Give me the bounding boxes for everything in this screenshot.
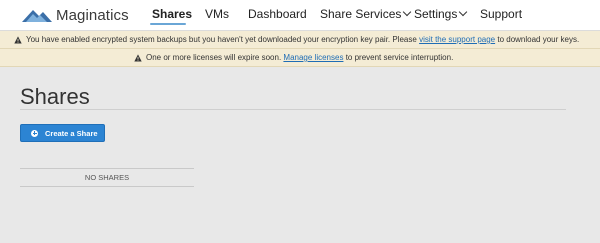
page-title: Shares — [20, 84, 90, 109]
top-navbar: Maginatics Shares VMs Dashboard Share Se… — [0, 0, 600, 31]
warning-icon — [14, 35, 22, 43]
nav-item-share-services-label: Share Services — [320, 7, 402, 21]
shares-table: NO SHARES — [20, 168, 194, 187]
create-share-label: Create a Share — [45, 128, 98, 138]
active-tab-indicator — [150, 23, 186, 25]
chevron-down-icon — [459, 7, 468, 17]
warning-icon — [134, 53, 142, 61]
nav-item-shares[interactable]: Shares — [152, 7, 192, 21]
nav-item-settings[interactable]: Settings — [414, 7, 468, 21]
nav-item-share-services[interactable]: Share Services — [320, 7, 412, 21]
license-alert: One or more licenses will expire soon. M… — [0, 49, 600, 67]
brand-name: Maginatics — [56, 6, 129, 24]
brand-logo[interactable]: Maginatics — [22, 5, 129, 25]
manage-licenses-link[interactable]: Manage licenses — [283, 49, 343, 66]
alert-text: to download your keys. — [497, 35, 580, 44]
title-divider — [20, 109, 566, 110]
empty-state-row: NO SHARES — [20, 169, 194, 187]
nav-item-vms[interactable]: VMs — [205, 7, 229, 21]
nav-item-settings-label: Settings — [414, 7, 458, 21]
support-page-link[interactable]: visit the support page — [419, 31, 495, 48]
backup-key-alert: You have enabled encrypted system backup… — [0, 31, 600, 49]
alert-text: You have enabled encrypted system backup… — [26, 35, 417, 44]
nav-item-dashboard[interactable]: Dashboard — [248, 7, 307, 21]
alert-text: to prevent service interruption. — [345, 53, 454, 62]
maginatics-logo-icon — [22, 10, 52, 22]
chevron-down-icon — [403, 7, 412, 17]
nav-item-support[interactable]: Support — [480, 7, 522, 21]
plus-circle-icon — [31, 129, 38, 137]
alert-text: One or more licenses will expire soon. — [146, 53, 282, 62]
create-share-button[interactable]: Create a Share — [20, 124, 105, 142]
